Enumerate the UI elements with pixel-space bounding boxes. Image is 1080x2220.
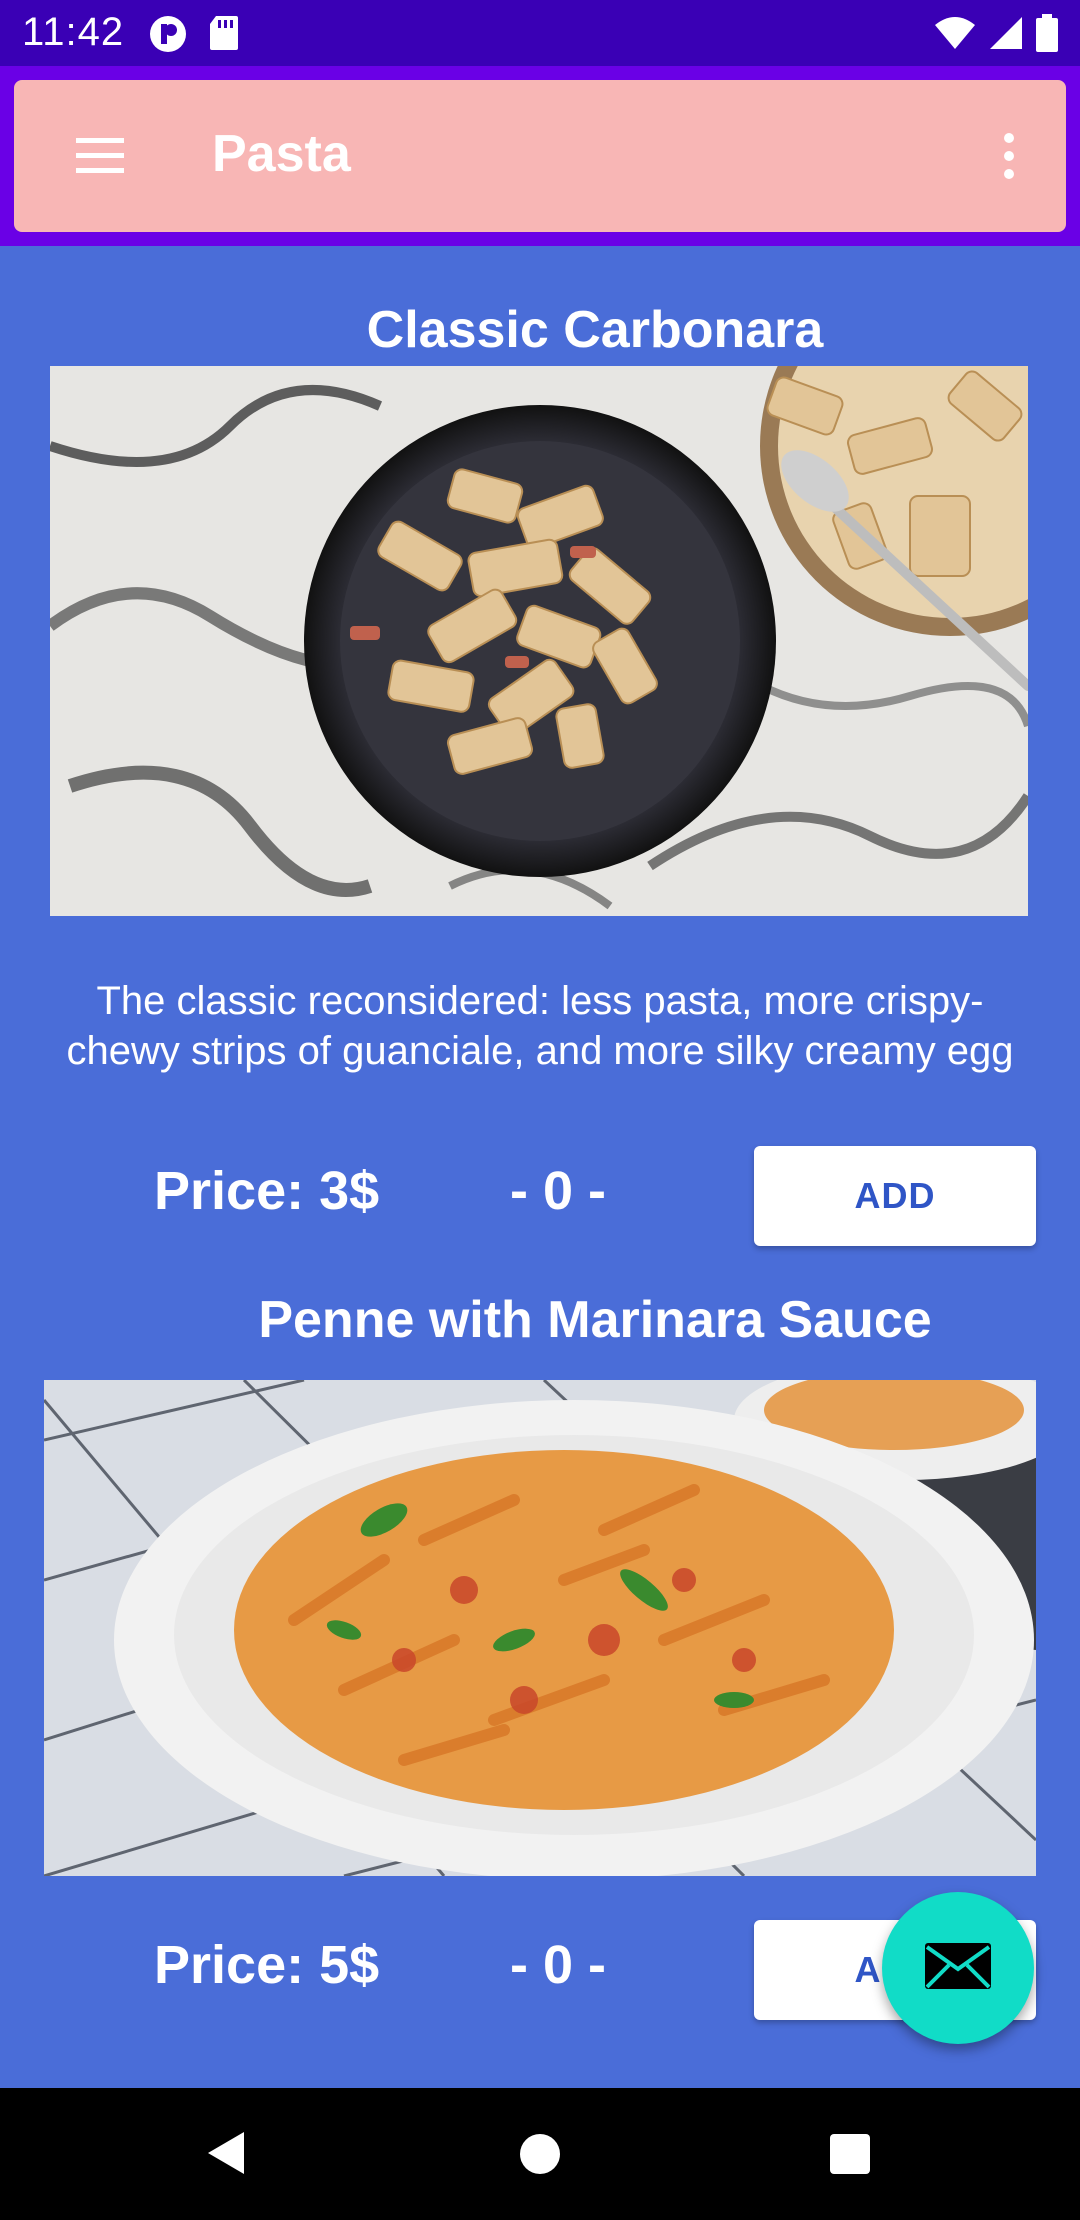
more-vert-icon[interactable] [994, 126, 1024, 186]
penne-marinara-photo [44, 1380, 1036, 1876]
status-bar: 11:42 [0, 0, 1080, 66]
app-bar-container: Pasta [0, 66, 1080, 246]
hamburger-menu-icon[interactable] [70, 126, 130, 186]
app-bar: Pasta [14, 80, 1066, 232]
back-icon[interactable] [204, 2128, 248, 2183]
system-nav-bar [0, 2088, 1080, 2220]
carbonara-photo [50, 366, 1028, 916]
app-notification-icon [148, 14, 188, 59]
item-title: Penne with Marinara Sauce [258, 1291, 932, 1349]
item-price: Price: 5$ [154, 1935, 380, 1995]
fab-mail-button[interactable] [882, 1892, 1034, 2044]
item-title: Classic Carbonara [366, 301, 824, 359]
status-time: 11:42 [22, 10, 125, 54]
item-description: The classic reconsidered: less pasta, mo… [66, 979, 1014, 1073]
recents-icon[interactable] [830, 2134, 870, 2174]
battery-icon [1036, 14, 1058, 57]
item-quantity: - 0 - [510, 1935, 607, 1995]
signal-icon [988, 15, 1024, 56]
sd-card-icon [208, 14, 240, 59]
item-quantity: - 0 - [510, 1161, 607, 1221]
item-price: Price: 3$ [154, 1161, 380, 1221]
home-icon[interactable] [520, 2134, 560, 2174]
page-title: Pasta [212, 125, 351, 183]
wifi-icon [934, 15, 976, 56]
add-button[interactable]: ADD [754, 1146, 1036, 1246]
mail-icon [923, 1941, 993, 1996]
